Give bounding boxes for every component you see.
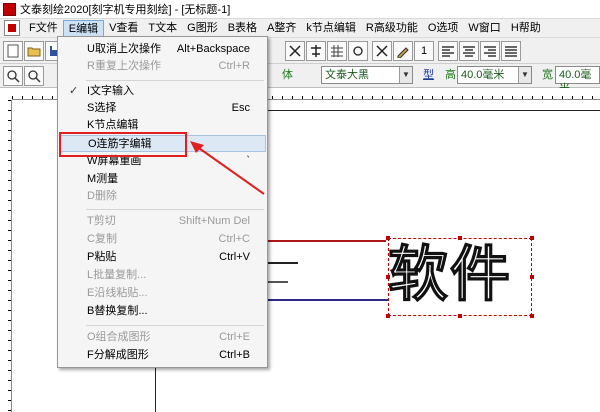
menu-text[interactable]: T文本 [143,20,182,37]
menu-file[interactable]: F文件 [24,20,63,37]
width-label: 宽 [542,69,553,81]
menu-item-copy[interactable]: C复制 Ctrl+C [59,231,266,248]
menu-item-redo[interactable]: R重复上次操作 Ctrl+R [59,58,266,75]
align-left-icon[interactable] [438,41,458,61]
app-icon [3,2,16,16]
zoom-in-icon[interactable] [3,66,23,86]
menu-node-edit[interactable]: k节点编辑 [301,20,361,37]
selection-handle[interactable] [458,314,462,318]
blue-guide-line [268,299,388,301]
selection-handle[interactable] [458,236,462,240]
selection-box [388,238,532,316]
grid-icon[interactable] [327,41,347,61]
menu-item-batch-copy[interactable]: L批量复制... [59,267,266,284]
height-field[interactable]: 40.0毫米 ▼ [457,66,532,84]
new-file-icon[interactable] [3,41,23,61]
document-icon[interactable] [4,20,20,36]
align-icon[interactable] [306,41,326,61]
menu-item-group[interactable]: O组合成图形 Ctrl+E [59,329,266,346]
align-center-icon[interactable] [459,41,479,61]
annotation-highlight-box [59,132,187,157]
selection-handle[interactable] [530,275,534,279]
align-right-icon[interactable] [480,41,500,61]
dark-streak [268,262,298,264]
annotation-arrow-icon [190,141,265,195]
red-guide-line [268,240,386,242]
vertical-ruler [0,100,12,412]
menu-item-text-input[interactable]: ✓ I文字输入 [59,83,266,100]
cross-icon[interactable] [372,41,392,61]
chevron-down-icon[interactable]: ▼ [518,67,531,83]
height-label: 高 [445,69,456,81]
menu-item-paste[interactable]: P粘贴 Ctrl+V [59,249,266,266]
menu-view[interactable]: V查看 [104,20,143,37]
menu-item-paste-along-line[interactable]: E沿线粘贴... [59,285,266,302]
style-button[interactable]: 型 [423,66,434,84]
menu-item-select[interactable]: S选择 Esc [59,100,266,117]
checkmark-icon: ✓ [69,85,79,97]
selection-handle[interactable] [386,275,390,279]
window-title: 文泰刻绘2020[刻字机专用刻绘] - [无标题-1] [20,4,231,16]
title-bar: 文泰刻绘2020[刻字机专用刻绘] - [无标题-1] [0,0,600,19]
menu-align[interactable]: A整齐 [262,20,301,37]
menu-item-undo[interactable]: U取消上次操作 Alt+Backspace [59,41,266,58]
selection-handle[interactable] [530,236,534,240]
menu-separator [86,325,264,326]
width-field[interactable]: 40.0毫米 [555,66,600,95]
menu-window[interactable]: W窗口 [463,20,505,37]
menu-table[interactable]: B表格 [223,20,262,37]
menu-separator [86,80,264,81]
edit-menu-dropdown: U取消上次操作 Alt+Backspace R重复上次操作 Ctrl+R ✓ I… [57,36,268,368]
selection-handle[interactable] [386,314,390,318]
menu-help[interactable]: H帮助 [506,20,546,37]
selection-handle[interactable] [386,236,390,240]
selection-handle[interactable] [530,314,534,318]
menu-item-replace-copy[interactable]: B替换复制... [59,303,266,320]
menu-edit[interactable]: E编辑 [62,19,105,37]
font-select[interactable]: 文泰大黑 ▼ [321,66,413,84]
menu-item-cut[interactable]: T剪切 Shift+Num Del [59,213,266,230]
zoom-out-icon[interactable] [24,66,44,86]
rotate-icon[interactable] [348,41,368,61]
menu-separator [86,209,264,210]
open-folder-icon[interactable] [24,41,44,61]
justify-icon[interactable] [501,41,521,61]
font-label: 体 [282,69,293,81]
chevron-down-icon[interactable]: ▼ [399,67,412,83]
pencil-icon[interactable] [393,41,413,61]
menu-item-ungroup[interactable]: F分解成图形 Ctrl+B [59,347,266,364]
font-value: 文泰大黑 [325,69,369,81]
menu-options[interactable]: O选项 [423,20,464,37]
menu-graphics[interactable]: G图形 [182,20,223,37]
menu-advanced[interactable]: R高级功能 [361,20,423,37]
distribute-icon[interactable] [285,41,305,61]
gray-streak [268,281,288,283]
height-value: 40.0毫米 [461,69,505,81]
number-icon[interactable]: 1 [414,41,434,61]
